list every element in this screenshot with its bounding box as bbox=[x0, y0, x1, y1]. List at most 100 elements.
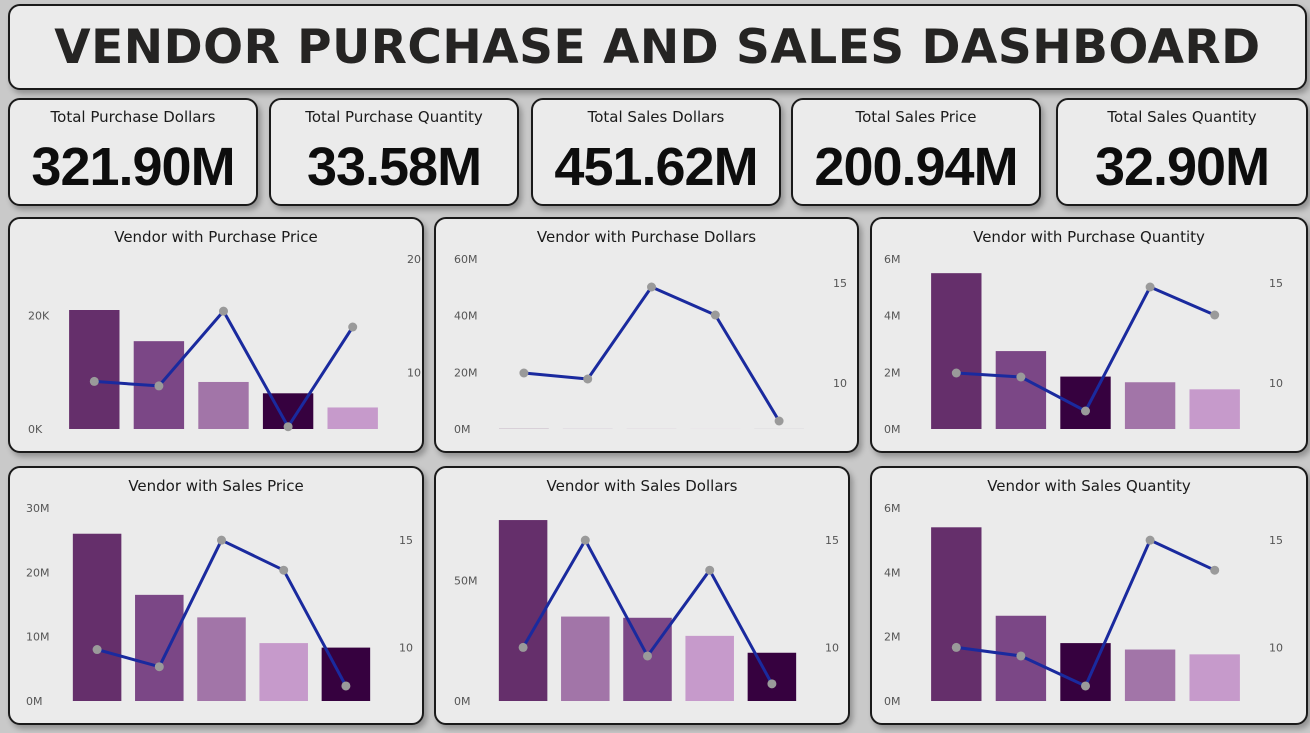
y-tick-label: 50M bbox=[454, 574, 478, 587]
chart-card-vendor-sales-price[interactable]: Vendor with Sales Price 0M 10M 20M 30M 10 15 bbox=[8, 466, 424, 725]
line-marker[interactable] bbox=[283, 422, 293, 432]
bar[interactable] bbox=[1124, 649, 1176, 701]
y-tick-label: 0K bbox=[28, 423, 43, 436]
bar[interactable] bbox=[995, 351, 1047, 429]
y2-tick-label: 10 bbox=[1269, 641, 1283, 654]
bar[interactable] bbox=[1060, 643, 1111, 701]
kpi-card-total-purchase-quantity[interactable]: Total Purchase Quantity 33.58M bbox=[269, 98, 519, 206]
kpi-value: 33.58M bbox=[306, 137, 482, 197]
y2-tick-label: 10 bbox=[399, 641, 413, 654]
chart-svg: Vendor with Sales Price 0M 10M 20M 30M 10 15 bbox=[26, 477, 413, 708]
line-marker[interactable] bbox=[341, 681, 351, 691]
kpi-card-total-sales-price[interactable]: Total Sales Price 200.94M bbox=[791, 98, 1041, 206]
line-marker[interactable] bbox=[643, 651, 652, 661]
chart-title: Vendor with Sales Dollars bbox=[547, 477, 738, 495]
y-tick-label: 0M bbox=[884, 695, 901, 708]
y-tick-label: 2M bbox=[884, 366, 901, 379]
y-tick-label: 20K bbox=[28, 310, 50, 323]
bar[interactable] bbox=[198, 381, 249, 429]
bar[interactable] bbox=[69, 310, 120, 429]
line-marker[interactable] bbox=[705, 565, 715, 575]
line-marker[interactable] bbox=[647, 282, 656, 292]
y-tick-label: 4M bbox=[884, 310, 901, 323]
line-marker[interactable] bbox=[154, 381, 164, 391]
y-tick-label: 60M bbox=[454, 253, 478, 266]
bar[interactable] bbox=[747, 652, 797, 701]
bar[interactable] bbox=[197, 617, 246, 701]
y-tick-label: 4M bbox=[884, 566, 901, 579]
chart-svg: Vendor with Sales Quantity 0M 2M 4M 6M 10 15 bbox=[884, 477, 1283, 708]
y-tick-label: 10M bbox=[26, 631, 50, 644]
kpi-card-total-sales-dollars[interactable]: Total Sales Dollars 451.62M bbox=[531, 98, 781, 206]
bar[interactable] bbox=[72, 533, 122, 701]
y-tick-label: 6M bbox=[884, 502, 901, 515]
y2-tick-label: 15 bbox=[825, 534, 839, 547]
bar[interactable] bbox=[931, 273, 982, 429]
bar[interactable] bbox=[259, 643, 308, 701]
dashboard-title-card: VENDOR PURCHASE AND SALES DASHBOARD bbox=[8, 4, 1307, 90]
chart-title: Vendor with Sales Price bbox=[128, 477, 303, 495]
chart-svg: Vendor with Sales Dollars 0M 50M 10 15 bbox=[454, 477, 839, 708]
line-marker[interactable] bbox=[518, 642, 528, 652]
line-marker[interactable] bbox=[219, 306, 228, 316]
chart-card-vendor-purchase-quantity[interactable]: Vendor with Purchase Quantity 0M 2M 4M 6M 10 1… bbox=[870, 217, 1308, 453]
chart-card-vendor-sales-quantity[interactable]: Vendor with Sales Quantity 0M 2M 4M 6M 10 15 bbox=[870, 466, 1308, 725]
y2-tick-label: 10 bbox=[1269, 377, 1283, 390]
line-marker[interactable] bbox=[519, 368, 529, 378]
y-tick-label: 30M bbox=[26, 502, 50, 515]
y2-tick-label: 15 bbox=[1269, 277, 1283, 290]
line-marker[interactable] bbox=[1145, 282, 1155, 292]
line-marker[interactable] bbox=[1081, 406, 1090, 416]
y-tick-label: 2M bbox=[884, 631, 901, 644]
line-marker[interactable] bbox=[774, 416, 784, 426]
y2-tick-label: 15 bbox=[1269, 534, 1283, 547]
bar[interactable] bbox=[1189, 654, 1240, 701]
line-marker[interactable] bbox=[580, 535, 590, 545]
bar[interactable] bbox=[498, 520, 548, 701]
chart-card-vendor-purchase-dollars[interactable]: Vendor with Purchase Dollars 0M 20M 40M 60M 1… bbox=[434, 217, 859, 453]
kpi-card-total-sales-quantity[interactable]: Total Sales Quantity 32.90M bbox=[1056, 98, 1308, 206]
line-marker[interactable] bbox=[348, 322, 358, 332]
line-marker[interactable] bbox=[1016, 372, 1026, 382]
chart-svg: Vendor with Purchase Dollars 0M 20M 40M 60M 1… bbox=[454, 228, 847, 436]
bar[interactable] bbox=[1124, 382, 1176, 429]
y2-tick-label: 15 bbox=[833, 277, 847, 290]
chart-title: Vendor with Purchase Quantity bbox=[973, 228, 1205, 246]
bar[interactable] bbox=[931, 527, 982, 701]
line-marker[interactable] bbox=[767, 679, 777, 689]
kpi-label: Total Purchase Quantity bbox=[305, 108, 483, 126]
y-tick-label: 0M bbox=[884, 423, 901, 436]
kpi-value: 451.62M bbox=[554, 137, 758, 197]
dashboard-title: VENDOR PURCHASE AND SALES DASHBOARD bbox=[54, 19, 1261, 75]
line-marker[interactable] bbox=[1016, 651, 1026, 661]
y-tick-label: 20M bbox=[454, 366, 478, 379]
line-marker[interactable] bbox=[583, 374, 593, 384]
kpi-value: 32.90M bbox=[1094, 137, 1270, 197]
bar[interactable] bbox=[327, 407, 378, 429]
line-marker[interactable] bbox=[710, 310, 720, 320]
kpi-value: 200.94M bbox=[814, 137, 1018, 197]
y-tick-label: 40M bbox=[454, 310, 478, 323]
chart-card-vendor-purchase-price[interactable]: Vendor with Purchase Price 0K 20K 10 20 bbox=[8, 217, 424, 453]
line-marker[interactable] bbox=[1210, 310, 1220, 320]
line-marker[interactable] bbox=[951, 368, 961, 378]
y-tick-label: 0M bbox=[454, 695, 471, 708]
y2-tick-label: 15 bbox=[399, 534, 413, 547]
line-marker[interactable] bbox=[89, 376, 99, 386]
bar[interactable] bbox=[561, 616, 610, 701]
bar[interactable] bbox=[1189, 389, 1240, 429]
line-marker[interactable] bbox=[92, 645, 102, 655]
line-marker[interactable] bbox=[1210, 565, 1220, 575]
line-marker[interactable] bbox=[279, 565, 289, 575]
line-marker[interactable] bbox=[951, 642, 961, 652]
line-marker[interactable] bbox=[1145, 535, 1155, 545]
chart-title: Vendor with Purchase Price bbox=[114, 228, 318, 246]
line-marker[interactable] bbox=[217, 535, 226, 545]
bar[interactable] bbox=[685, 635, 734, 701]
y2-tick-label: 10 bbox=[407, 366, 421, 379]
line-marker[interactable] bbox=[154, 662, 164, 672]
chart-card-vendor-sales-dollars[interactable]: Vendor with Sales Dollars 0M 50M 10 15 bbox=[434, 466, 850, 725]
bar[interactable] bbox=[135, 594, 184, 701]
line-marker[interactable] bbox=[1081, 681, 1090, 691]
kpi-card-total-purchase-dollars[interactable]: Total Purchase Dollars 321.90M bbox=[8, 98, 258, 206]
